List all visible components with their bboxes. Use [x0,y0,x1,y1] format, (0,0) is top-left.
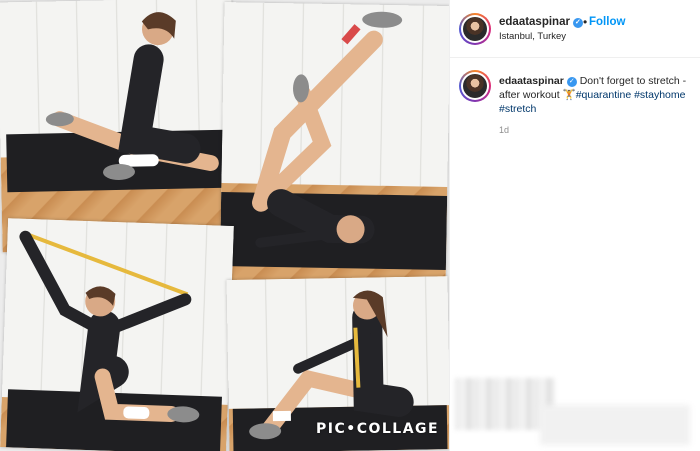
photo-leg-raise [219,2,449,292]
avatar[interactable] [459,13,491,45]
photo-band-stretch [0,218,234,451]
username-link[interactable]: edaataspinar ✓ [499,16,583,28]
post-header: edaataspinar ✓ • Follow Istanbul, Turkey [450,0,700,58]
collage-watermark: PIC•COLLAGE [316,421,440,437]
follow-button[interactable]: Follow [589,16,625,28]
verified-badge-icon: ✓ [566,77,577,87]
location-link[interactable]: Istanbul, Turkey [499,31,566,42]
photo-seated-stretch [0,0,237,253]
hashtag-stayhome[interactable]: #stayhome [634,89,685,101]
username-text: edaataspinar [499,16,570,28]
separator-dot: • [583,15,588,29]
figure-band [19,230,200,423]
weightlifter-emoji-icon: 🏋 [562,89,576,101]
blurred-overlay [540,405,690,445]
post-timestamp[interactable]: 1d [499,125,509,135]
verified-badge-icon: ✓ [572,18,583,28]
caption-avatar[interactable] [459,70,491,102]
caption-text: edaataspinar ✓ Don't forget to stretch - … [499,74,695,116]
caption-username[interactable]: edaataspinar [499,75,564,87]
hashtag-stretch[interactable]: #stretch [499,103,536,115]
post-image-collage[interactable]: PIC•COLLAGE [0,0,449,451]
figure-leg-raise [252,11,403,248]
hashtag-quarantine[interactable]: #quarantine [576,89,631,101]
figure-seated [45,12,219,180]
